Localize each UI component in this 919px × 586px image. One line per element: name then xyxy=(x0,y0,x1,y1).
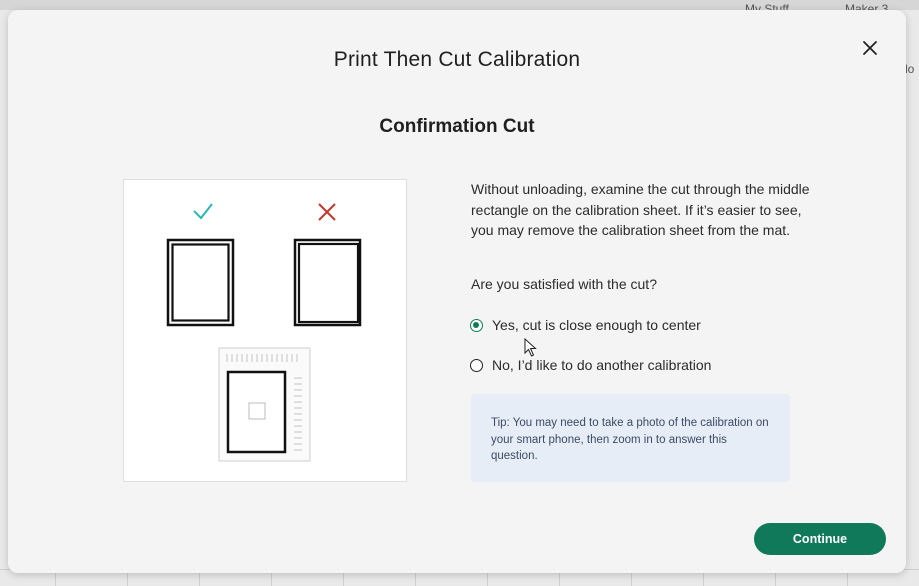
calibration-dialog: Print Then Cut Calibration Confirmation … xyxy=(8,10,906,573)
radio-yes[interactable] xyxy=(470,318,483,332)
calibration-sheet xyxy=(218,347,311,462)
calibration-diagram xyxy=(166,203,362,462)
good-cut-frame xyxy=(166,238,235,327)
radio-no[interactable] xyxy=(470,358,483,372)
close-button[interactable] xyxy=(858,36,882,60)
option-no-label[interactable]: No, I’d like to do another calibration xyxy=(492,357,711,373)
check-icon xyxy=(193,203,213,220)
section-heading: Confirmation Cut xyxy=(379,116,535,137)
close-icon xyxy=(863,41,877,55)
option-no[interactable]: No, I’d like to do another calibration xyxy=(470,357,711,373)
dialog-title: Print Then Cut Calibration xyxy=(333,48,581,71)
option-yes[interactable]: Yes, cut is close enough to center xyxy=(470,317,701,333)
x-icon xyxy=(318,203,336,221)
continue-button[interactable]: Continue xyxy=(754,523,886,555)
mouse-cursor-icon xyxy=(524,338,537,357)
instructions-text: Without unloading, examine the cut throu… xyxy=(471,181,810,238)
question-text: Are you satisfied with the cut? xyxy=(471,276,657,292)
calibration-illustration xyxy=(123,179,407,482)
tip-box: Tip: You may need to take a photo of the… xyxy=(471,394,790,482)
background-side-fragment: lo xyxy=(905,62,915,76)
option-yes-label[interactable]: Yes, cut is close enough to center xyxy=(492,317,701,333)
bad-cut-frame xyxy=(293,238,362,327)
